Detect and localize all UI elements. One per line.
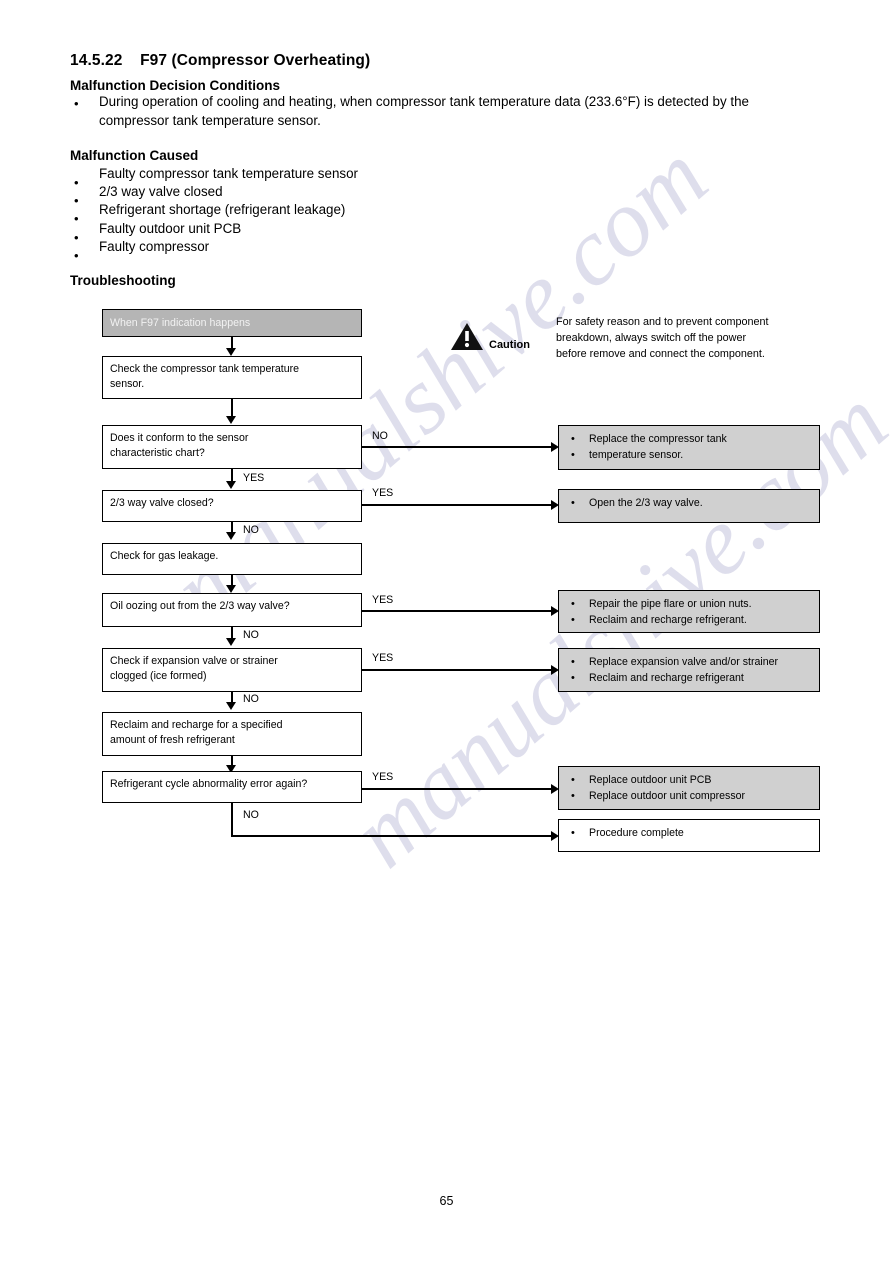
flow-step-box-5: Oil oozing out from the 2/3 way valve? <box>102 593 362 627</box>
flow-step-box-2: Does it conform to the sensor characteri… <box>102 425 362 469</box>
flow-step-line: Oil oozing out from the 2/3 way valve? <box>110 600 290 612</box>
bullet-icon: • <box>74 175 79 190</box>
connector-line <box>362 788 555 790</box>
flow-step-line: amount of fresh refrigerant <box>110 733 235 746</box>
section-number: 14.5.22 <box>70 52 123 69</box>
bullet-icon: • <box>74 211 79 226</box>
connector-line <box>362 610 555 612</box>
flow-start-box: When F97 indication happens <box>102 309 362 337</box>
branch-label-yes: YES <box>372 487 394 499</box>
flow-step-line: Check the compressor tank temperature <box>110 363 300 375</box>
document-page: 14.5.22 F97 (Compressor Overheating) Mal… <box>0 0 893 1263</box>
branch-label-no: NO <box>243 629 259 641</box>
flow-step-box-7: Reclaim and recharge for a specified amo… <box>102 712 362 756</box>
flow-step-line: Refrigerant cycle abnormality error agai… <box>110 778 308 790</box>
flow-step-box-3: 2/3 way valve closed? <box>102 490 362 522</box>
connector-line <box>231 835 555 837</box>
malfunction-cause-item: Refrigerant shortage (refrigerant leakag… <box>99 202 346 217</box>
flow-step-line: characteristic chart? <box>110 446 205 459</box>
decision-condition-line: compressor tank temperature sensor. <box>99 113 321 128</box>
flow-result-box-1: Replace the compressor tank temperature … <box>558 425 820 470</box>
branch-label-yes: YES <box>372 594 394 606</box>
flow-result-line: Open the 2/3 way valve. <box>567 495 813 512</box>
bullet-icon: • <box>74 193 79 208</box>
bullet-icon: • <box>74 96 79 111</box>
flow-result-line: Replace outdoor unit compressor <box>567 788 813 805</box>
caution-text-line: For safety reason and to prevent compone… <box>556 316 769 328</box>
bullet-icon: • <box>74 230 79 245</box>
connector-line <box>231 803 233 836</box>
flow-step-line: clogged (ice formed) <box>110 669 207 682</box>
connector-line <box>362 446 555 448</box>
flow-result-line: Reclaim and recharge refrigerant <box>567 670 813 687</box>
flow-result-line: Replace expansion valve and/or strainer <box>567 654 813 671</box>
arrow-down-icon <box>226 702 236 710</box>
arrow-down-icon <box>226 416 236 424</box>
caution-text-line: breakdown, always switch off the power <box>556 332 747 344</box>
flow-step-box-1: Check the compressor tank temperature se… <box>102 356 362 399</box>
flow-result-box-3: Repair the pipe flare or union nuts. Rec… <box>558 590 820 633</box>
flow-result-line: Reclaim and recharge refrigerant. <box>567 612 813 629</box>
flow-result-line: Replace outdoor unit PCB <box>567 772 813 789</box>
malfunction-cause-item: Faulty outdoor unit PCB <box>99 221 242 236</box>
branch-label-no: NO <box>372 430 388 442</box>
flow-step-line: 2/3 way valve closed? <box>110 497 214 509</box>
caution-text-line: before remove and connect the component. <box>556 348 765 360</box>
branch-label-yes: YES <box>243 472 265 484</box>
malfunction-cause-item: Faulty compressor <box>99 239 210 254</box>
flow-result-box-6: Procedure complete <box>558 819 820 852</box>
section-title: F97 (Compressor Overheating) <box>140 52 371 69</box>
flow-result-line: temperature sensor. <box>567 447 813 464</box>
connector-line <box>231 399 233 417</box>
malfunction-decision-heading: Malfunction Decision Conditions <box>70 78 280 93</box>
arrow-down-icon <box>226 532 236 540</box>
flow-result-box-2: Open the 2/3 way valve. <box>558 489 820 523</box>
flow-step-line: Check for gas leakage. <box>110 550 219 562</box>
bullet-icon: • <box>74 248 79 263</box>
malfunction-cause-item: Faulty compressor tank temperature senso… <box>99 166 358 181</box>
flow-step-line: Does it conform to the sensor <box>110 432 249 444</box>
arrow-down-icon <box>226 638 236 646</box>
malfunction-cause-item: 2/3 way valve closed <box>99 184 223 199</box>
flow-result-box-5: Replace outdoor unit PCB Replace outdoor… <box>558 766 820 810</box>
flow-result-line: Repair the pipe flare or union nuts. <box>567 596 813 613</box>
page-title: 14.5.22 F97 (Compressor Overheating) <box>70 52 370 70</box>
branch-label-yes: YES <box>372 771 394 783</box>
warning-triangle-icon <box>451 323 483 350</box>
troubleshooting-heading: Troubleshooting <box>70 273 176 288</box>
flow-step-line: Check if expansion valve or strainer <box>110 655 278 667</box>
flow-step-box-6: Check if expansion valve or strainer clo… <box>102 648 362 692</box>
flow-result-line: Procedure complete <box>567 825 813 842</box>
flow-result-box-4: Replace expansion valve and/or strainer … <box>558 648 820 692</box>
flow-start-label: When F97 indication happens <box>110 317 251 329</box>
malfunction-caused-heading: Malfunction Caused <box>70 148 199 163</box>
decision-condition-line: During operation of cooling and heating,… <box>99 94 749 109</box>
branch-label-yes: YES <box>372 652 394 664</box>
arrow-down-icon <box>226 481 236 489</box>
branch-label-no: NO <box>243 693 259 705</box>
caution-label: Caution <box>489 339 530 351</box>
page-number: 65 <box>439 1194 454 1208</box>
branch-label-no: NO <box>243 809 259 821</box>
flow-step-box-8: Refrigerant cycle abnormality error agai… <box>102 771 362 803</box>
connector-line <box>362 669 555 671</box>
flow-step-box-4: Check for gas leakage. <box>102 543 362 575</box>
branch-label-no: NO <box>243 524 259 536</box>
flow-step-line: Reclaim and recharge for a specified <box>110 719 283 731</box>
flow-result-line: Replace the compressor tank <box>567 431 813 448</box>
flow-step-line: sensor. <box>110 377 145 390</box>
arrow-down-icon <box>226 585 236 593</box>
arrow-down-icon <box>226 348 236 356</box>
connector-line <box>362 504 555 506</box>
